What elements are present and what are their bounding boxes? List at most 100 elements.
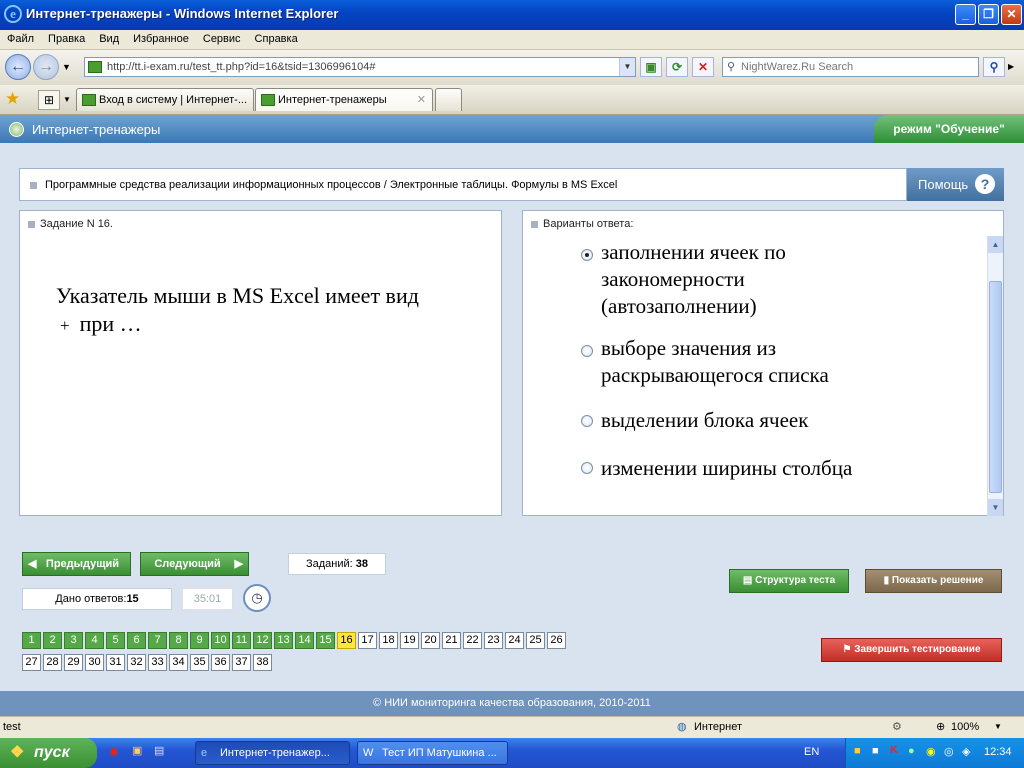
answer-option-2[interactable]: выборе значения из раскрывающегося списк… — [601, 335, 911, 389]
scroll-up-icon[interactable]: ▲ — [988, 236, 1003, 253]
tab-login[interactable]: Вход в систему | Интернет-... — [76, 88, 254, 111]
zoom-level[interactable]: 100% — [951, 721, 979, 733]
url-input[interactable]: http://tt.i-exam.ru/test_tt.php?id=16&ts… — [84, 57, 636, 77]
question-number-36[interactable]: 36 — [211, 654, 230, 671]
menu-help[interactable]: Справка — [248, 30, 305, 48]
question-number-16[interactable]: 16 — [337, 632, 356, 649]
start-button[interactable]: ❖ пуск — [0, 738, 97, 768]
question-number-7[interactable]: 7 — [148, 632, 167, 649]
quicklaunch-icon[interactable]: ▣ — [132, 744, 142, 757]
question-number-6[interactable]: 6 — [127, 632, 146, 649]
url-dropdown-icon[interactable]: ▼ — [619, 58, 635, 76]
question-number-34[interactable]: 34 — [169, 654, 188, 671]
answer-option-1[interactable]: заполнении ячеек по закономерности (авто… — [601, 239, 911, 320]
volume-icon[interactable]: ◈ — [962, 745, 970, 758]
question-number-30[interactable]: 30 — [85, 654, 104, 671]
compat-view-icon[interactable]: ▣ — [640, 57, 662, 77]
menu-view[interactable]: Вид — [92, 30, 126, 48]
question-number-3[interactable]: 3 — [64, 632, 83, 649]
search-go-icon[interactable]: ⚲ — [983, 57, 1005, 77]
question-number-14[interactable]: 14 — [295, 632, 314, 649]
scroll-thumb[interactable] — [989, 281, 1002, 493]
tray-icon[interactable]: ■ — [854, 745, 861, 757]
question-number-31[interactable]: 31 — [106, 654, 125, 671]
tray-icon[interactable]: ● — [908, 745, 915, 757]
close-button[interactable]: ✕ — [1001, 4, 1022, 25]
answer-radio-4[interactable] — [581, 462, 593, 474]
menu-edit[interactable]: Правка — [41, 30, 92, 48]
question-number-22[interactable]: 22 — [463, 632, 482, 649]
question-number-5[interactable]: 5 — [106, 632, 125, 649]
tab-list-dropdown-icon[interactable]: ▼ — [63, 95, 71, 104]
question-number-15[interactable]: 15 — [316, 632, 335, 649]
answer-radio-2[interactable] — [581, 345, 593, 357]
question-number-33[interactable]: 33 — [148, 654, 167, 671]
protected-mode-icon[interactable]: ⚙ — [892, 720, 902, 733]
answer-option-4[interactable]: изменении ширины столбца — [601, 455, 911, 482]
kaspersky-icon[interactable]: K — [890, 744, 898, 756]
zoom-dropdown-icon[interactable]: ▼ — [994, 722, 1002, 731]
question-number-20[interactable]: 20 — [421, 632, 440, 649]
question-number-32[interactable]: 32 — [127, 654, 146, 671]
question-number-19[interactable]: 19 — [400, 632, 419, 649]
question-number-13[interactable]: 13 — [274, 632, 293, 649]
question-number-26[interactable]: 26 — [547, 632, 566, 649]
answer-radio-1[interactable] — [581, 249, 593, 261]
question-number-9[interactable]: 9 — [190, 632, 209, 649]
question-number-35[interactable]: 35 — [190, 654, 209, 671]
question-number-29[interactable]: 29 — [64, 654, 83, 671]
menu-tools[interactable]: Сервис — [196, 30, 248, 48]
structure-button[interactable]: ▤ Структура теста — [729, 569, 849, 593]
maximize-button[interactable]: ❐ — [978, 4, 999, 25]
search-options-icon[interactable]: ▶ — [1008, 62, 1014, 71]
question-number-17[interactable]: 17 — [358, 632, 377, 649]
question-number-38[interactable]: 38 — [253, 654, 272, 671]
stop-icon[interactable]: ✕ — [692, 57, 714, 77]
task-ie[interactable]: e Интернет-тренажер... — [195, 741, 350, 765]
question-number-28[interactable]: 28 — [43, 654, 62, 671]
new-tab-button[interactable] — [435, 88, 462, 111]
answer-radio-3[interactable] — [581, 415, 593, 427]
tray-icon[interactable]: ■ — [872, 745, 879, 757]
favorites-star-icon[interactable]: ★ — [5, 89, 20, 109]
question-number-24[interactable]: 24 — [505, 632, 524, 649]
question-number-10[interactable]: 10 — [211, 632, 230, 649]
question-number-1[interactable]: 1 — [22, 632, 41, 649]
next-button[interactable]: Следующий ▶ — [140, 552, 249, 576]
back-button[interactable]: ← — [5, 54, 31, 80]
menu-file[interactable]: Файл — [0, 30, 41, 48]
question-number-37[interactable]: 37 — [232, 654, 251, 671]
question-number-2[interactable]: 2 — [43, 632, 62, 649]
question-number-18[interactable]: 18 — [379, 632, 398, 649]
tray-icon[interactable]: ◎ — [944, 745, 954, 758]
question-number-12[interactable]: 12 — [253, 632, 272, 649]
refresh-icon[interactable]: ⟳ — [666, 57, 688, 77]
show-solution-button[interactable]: ▮ Показать решение — [865, 569, 1002, 593]
answer-option-3[interactable]: выделении блока ячеек — [601, 407, 911, 434]
finish-button[interactable]: ⚑ Завершить тестирование — [821, 638, 1002, 662]
question-number-8[interactable]: 8 — [169, 632, 188, 649]
question-number-11[interactable]: 11 — [232, 632, 251, 649]
minimize-button[interactable]: _ — [955, 4, 976, 25]
menu-favorites[interactable]: Избранное — [126, 30, 196, 48]
help-button[interactable]: Помощь ? — [907, 168, 1004, 201]
tray-icon[interactable]: ◉ — [926, 745, 936, 758]
show-desktop-icon[interactable]: ▤ — [154, 744, 164, 757]
task-word[interactable]: W Тест ИП Матушкина ... — [357, 741, 508, 765]
question-number-25[interactable]: 25 — [526, 632, 545, 649]
tab-close-icon[interactable]: ✕ — [417, 93, 426, 106]
scroll-down-icon[interactable]: ▼ — [988, 499, 1003, 516]
quick-tabs-icon[interactable]: ⊞ — [38, 90, 60, 110]
question-number-4[interactable]: 4 — [85, 632, 104, 649]
prev-button[interactable]: ◀ Предыдущий — [22, 552, 131, 576]
question-number-21[interactable]: 21 — [442, 632, 461, 649]
tab-trainers[interactable]: Интернет-тренажеры ✕ — [255, 88, 433, 111]
opera-icon[interactable]: ◉ — [109, 745, 119, 758]
language-indicator[interactable]: EN — [804, 746, 819, 758]
question-number-23[interactable]: 23 — [484, 632, 503, 649]
search-input[interactable]: ⚲ NightWarez.Ru Search — [722, 57, 979, 77]
forward-button[interactable]: → — [33, 54, 59, 80]
question-number-27[interactable]: 27 — [22, 654, 41, 671]
answers-scrollbar[interactable]: ▲ ▼ — [987, 236, 1003, 516]
history-dropdown-icon[interactable]: ▼ — [62, 62, 71, 72]
